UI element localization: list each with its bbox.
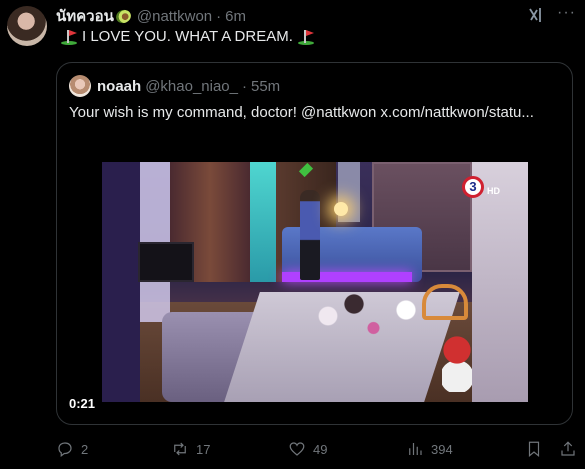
share-button[interactable] [559, 438, 584, 460]
channel-logo: 3 [462, 176, 484, 198]
video-duration: 0:21 [69, 396, 96, 411]
quoted-tweet[interactable]: noaah @khao_niao_ · 55m Your wish is my … [56, 62, 573, 425]
share-icon [561, 441, 575, 456]
repost-icon [174, 442, 186, 456]
views-button[interactable]: 394 [406, 438, 453, 460]
video-player[interactable]: 3 HD [102, 162, 528, 402]
grok-icon[interactable] [527, 6, 545, 24]
more-icon[interactable]: ··· [557, 5, 577, 24]
like-count: 49 [313, 441, 328, 457]
repost-count: 17 [196, 441, 211, 457]
separator-dot: · [242, 77, 247, 95]
quoted-tweet-header: noaah @khao_niao_ · 55m [69, 75, 280, 97]
bookmark-icon [528, 441, 540, 458]
like-button[interactable]: 49 [288, 438, 327, 460]
tweet-header: นัทควอน @nattkwon · 6m [56, 6, 535, 26]
quoted-tweet-text: Your wish is my command, doctor! @nattkw… [69, 104, 534, 121]
bookmark-button[interactable] [525, 438, 550, 460]
channel-hd-label: HD [487, 186, 500, 196]
views-icon [409, 443, 422, 455]
repost-button[interactable]: 17 [171, 438, 210, 460]
separator-dot: · [216, 7, 222, 25]
quoted-author-name: noaah [97, 77, 142, 95]
timestamp[interactable]: 6m [225, 8, 246, 25]
reply-button[interactable]: 2 [56, 438, 88, 460]
quoted-avatar [69, 75, 91, 97]
avatar[interactable] [7, 6, 47, 46]
views-count: 394 [431, 441, 453, 457]
golf-flag-icon [61, 29, 77, 45]
quoted-timestamp: 55m [251, 77, 281, 95]
action-bar: 2 17 49 394 [56, 438, 577, 460]
reply-count: 2 [81, 441, 89, 457]
reply-icon [58, 442, 72, 457]
author-handle[interactable]: @nattkwon [137, 8, 212, 25]
quoted-author-handle: @khao_niao_ [145, 77, 238, 95]
avocado-emoji-icon [114, 7, 133, 25]
tweet-text-body: I LOVE YOU. WHAT A DREAM. [82, 28, 293, 45]
golf-flag-icon [297, 29, 314, 45]
author-name[interactable]: นัทควอน [56, 4, 114, 28]
tweet-text: I LOVE YOU. WHAT A DREAM. [56, 28, 319, 45]
like-icon [289, 442, 305, 456]
